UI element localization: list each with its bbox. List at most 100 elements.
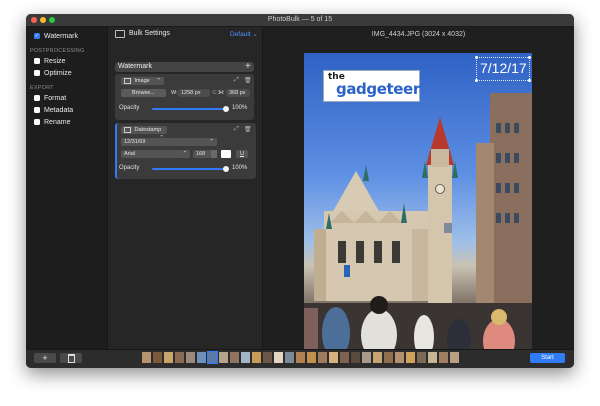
expand-icon[interactable]: ⤢: [234, 126, 239, 133]
font-size-stepper[interactable]: [211, 150, 217, 158]
date-stamp-text: 7/12/17: [480, 60, 527, 76]
checkbox-icon[interactable]: [34, 70, 40, 76]
sidebar-icon[interactable]: [115, 30, 125, 38]
thumbnail[interactable]: [417, 352, 426, 363]
trash-icon[interactable]: 🗑: [244, 126, 252, 133]
watermark-section-header: Watermark +: [115, 61, 254, 72]
select-arrows-icon: ⌃: [182, 151, 187, 157]
sidebar-item-label: Rename: [44, 118, 71, 126]
sidebar-item-label: Resize: [44, 57, 66, 65]
section-header-export: EXPORT: [30, 85, 54, 91]
thumbnail[interactable]: [219, 352, 228, 363]
settings-panel: Bulk Settings Default ⌄ Watermark + Imag…: [108, 27, 263, 358]
logo-gadgeteer-text: gadgeteer: [336, 80, 420, 98]
thumbnail[interactable]: [186, 352, 195, 363]
height-field[interactable]: 368 px: [226, 89, 250, 97]
app-window: PhotoBulk — 5 of 15 ✓ Watermark POSTPROC…: [26, 14, 574, 368]
thumbnail[interactable]: [450, 352, 459, 363]
thumbnail[interactable]: [307, 352, 316, 363]
opacity-label: Opacity: [119, 105, 140, 111]
preview-photo: the gadgeteer 7/12/17: [304, 53, 532, 357]
thumbnail[interactable]: [263, 352, 272, 363]
date-stamp-watermark[interactable]: 7/12/17: [475, 56, 531, 82]
add-button[interactable]: +: [34, 353, 56, 363]
thumbnail[interactable]: [296, 352, 305, 363]
thumbnail[interactable]: [274, 352, 283, 363]
text-color-swatch[interactable]: [221, 150, 231, 158]
underline-button[interactable]: U: [236, 150, 248, 158]
opacity-slider-handle[interactable]: [223, 166, 229, 172]
gadgeteer-logo-watermark[interactable]: the gadgeteer: [323, 70, 420, 102]
sidebar-item-label: Optimize: [44, 69, 72, 77]
thumbnail[interactable]: [197, 352, 206, 363]
watermark-type-select[interactable]: Image ⌃: [121, 77, 164, 85]
sidebar-item-watermark[interactable]: ✓ Watermark: [34, 31, 78, 41]
thumbnail[interactable]: [395, 352, 404, 363]
checkbox-icon[interactable]: [34, 58, 40, 64]
thumbnail[interactable]: [318, 352, 327, 363]
checkbox-icon[interactable]: [34, 95, 40, 101]
sidebar-item-label: Format: [44, 94, 67, 102]
datestamp-watermark-block: Datestamp ⌃ ⤢ 🗑 12/31/69 ⌃ Arial ⌃ 168 U…: [115, 123, 256, 179]
opacity-label: Opacity: [119, 165, 140, 171]
thumbnail[interactable]: [230, 352, 239, 363]
thumbnail[interactable]: [428, 352, 437, 363]
thumbnail[interactable]: [329, 352, 338, 363]
thumbnail[interactable]: [164, 352, 173, 363]
thumbnail[interactable]: [153, 352, 162, 363]
thumbnail[interactable]: [241, 352, 250, 363]
thumbnail[interactable]: [142, 352, 151, 363]
resize-handle[interactable]: [475, 56, 478, 59]
opacity-value: 100%: [232, 105, 248, 111]
thumbnail[interactable]: [285, 352, 294, 363]
checkbox-icon[interactable]: [34, 107, 40, 113]
checkbox-icon[interactable]: [34, 119, 40, 125]
browse-button[interactable]: Browse...: [121, 89, 166, 97]
thumbnail[interactable]: [384, 352, 393, 363]
opacity-slider-handle[interactable]: [223, 106, 229, 112]
sidebar: ✓ Watermark POSTPROCESSING Resize Optimi…: [26, 27, 108, 358]
bulk-settings-title: Bulk Settings: [129, 30, 170, 37]
thumbnail[interactable]: [175, 352, 184, 363]
checkbox-checked-icon[interactable]: ✓: [34, 33, 40, 39]
font-size-value: 168: [196, 151, 206, 157]
thumbnail[interactable]: [439, 352, 448, 363]
trash-icon[interactable]: 🗑: [244, 77, 252, 84]
date-format-select[interactable]: 12/31/69 ⌃: [121, 138, 217, 146]
width-field[interactable]: 1258 px: [178, 89, 210, 97]
start-button[interactable]: Start: [530, 353, 565, 363]
settings-header: Bulk Settings Default ⌄: [108, 27, 262, 43]
calendar-icon: [124, 126, 131, 133]
resize-handle[interactable]: [528, 79, 531, 82]
datestamp-type-select[interactable]: Datestamp ⌃: [121, 126, 167, 141]
opacity-slider[interactable]: [152, 168, 226, 170]
sidebar-item-optimize[interactable]: Optimize: [34, 68, 72, 78]
thumbnail-strip: [142, 350, 462, 366]
image-icon: [124, 77, 131, 84]
image-watermark-block: Image ⌃ ⤢ 🗑 Browse... W: 1258 px ⊂⊃ H: 3…: [115, 74, 254, 120]
opacity-slider[interactable]: [152, 108, 226, 110]
expand-icon[interactable]: ⤢: [234, 77, 239, 84]
preset-dropdown[interactable]: Default ⌄: [230, 30, 258, 38]
sidebar-item-format[interactable]: Format: [34, 93, 66, 103]
thumbnail-selected[interactable]: [207, 351, 218, 364]
thumbnail[interactable]: [362, 352, 371, 363]
sidebar-item-metadata[interactable]: Metadata: [34, 105, 73, 115]
opacity-value: 100%: [232, 165, 248, 171]
thumbnail[interactable]: [252, 352, 261, 363]
thumbnail[interactable]: [340, 352, 349, 363]
thumbnail[interactable]: [373, 352, 382, 363]
trash-icon: [67, 354, 75, 364]
font-select[interactable]: Arial ⌃: [121, 150, 190, 158]
resize-handle[interactable]: [528, 56, 531, 59]
add-watermark-plus-icon[interactable]: +: [245, 61, 251, 72]
resize-handle[interactable]: [475, 79, 478, 82]
date-format-value: 12/31/69: [124, 139, 146, 145]
sidebar-item-rename[interactable]: Rename: [34, 117, 70, 127]
delete-button[interactable]: [60, 353, 82, 364]
thumbnail[interactable]: [406, 352, 415, 363]
select-arrows-icon: ⌃: [156, 78, 161, 84]
thumbnail[interactable]: [351, 352, 360, 363]
sidebar-item-resize[interactable]: Resize: [34, 56, 65, 66]
window-title: PhotoBulk — 5 of 15: [267, 16, 333, 23]
